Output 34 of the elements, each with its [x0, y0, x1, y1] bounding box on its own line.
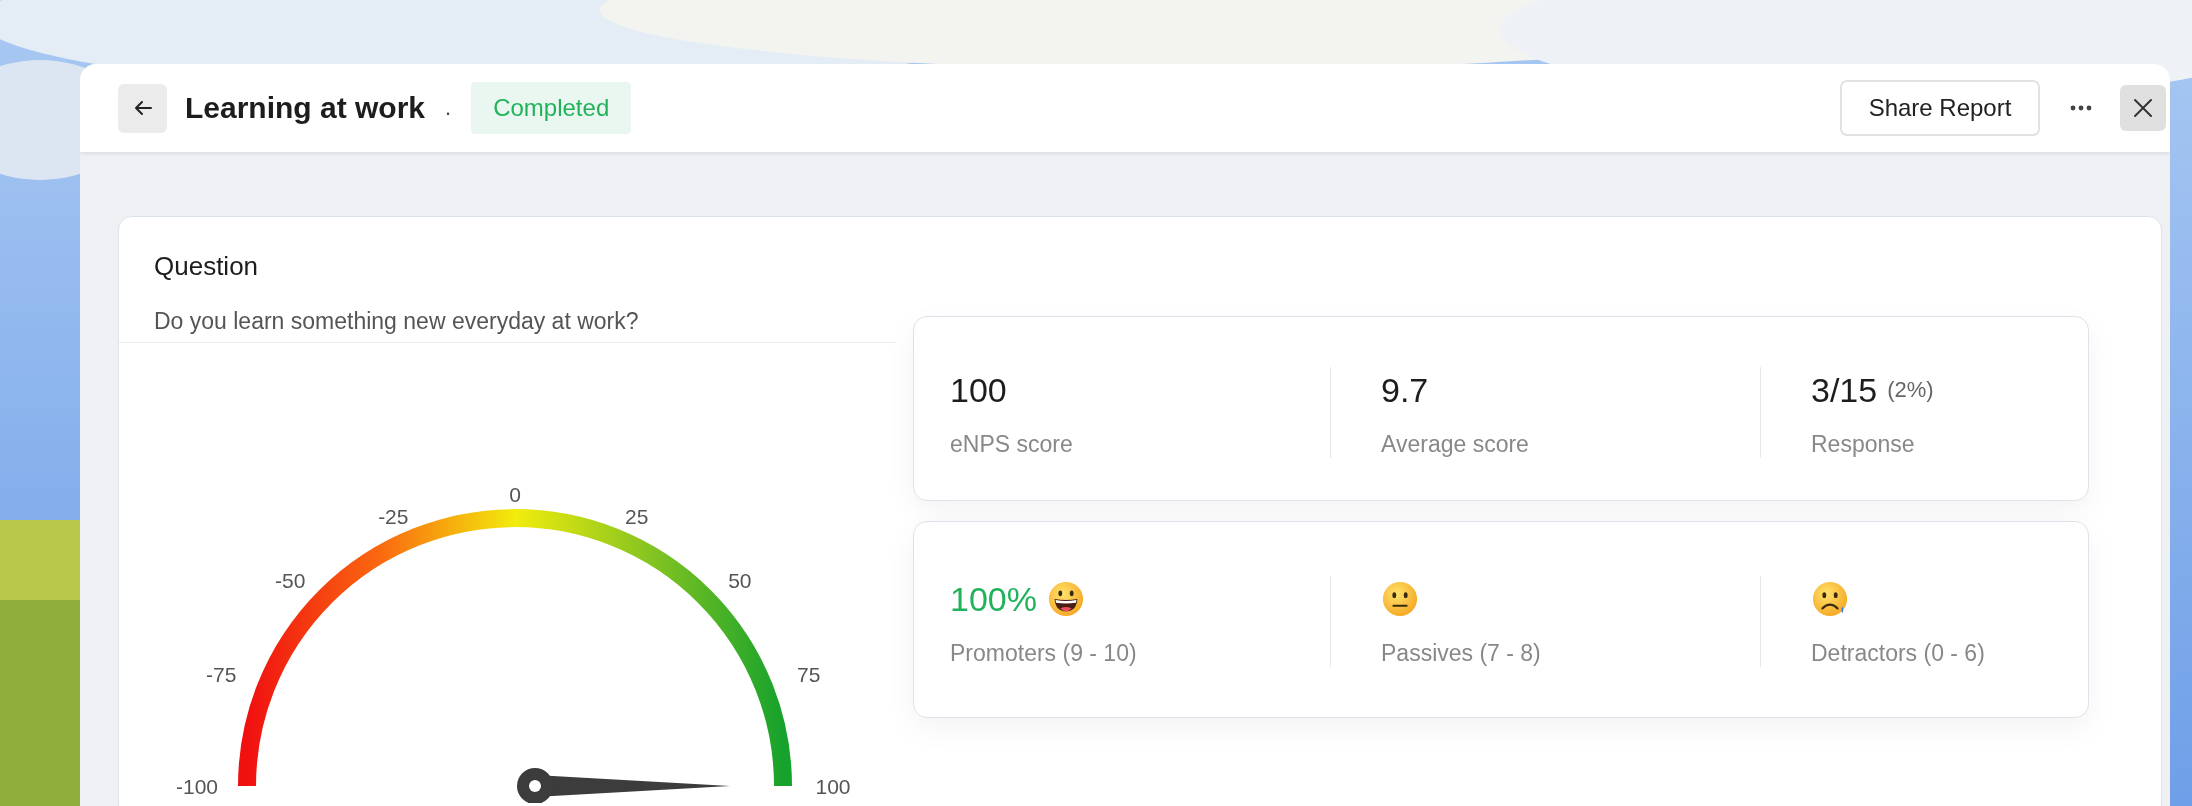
gauge-tick-label: -100 [176, 775, 218, 798]
gauge-tick-label: 25 [625, 505, 649, 529]
group-label: Passives (7 - 8) [1381, 640, 1542, 667]
gauge-tick-label: 75 [797, 663, 821, 687]
group-label: Promoters (9 - 10) [950, 640, 1138, 667]
share-report-button[interactable]: Share Report [1840, 80, 2040, 136]
gauge-tick-label: -25 [378, 505, 409, 529]
stat-value: 100 [950, 370, 1007, 410]
group-percentage: 100% [950, 579, 1037, 619]
close-icon [2133, 98, 2153, 118]
gauge-tick-label: -50 [274, 568, 306, 592]
grinning-face-icon [1046, 580, 1085, 618]
separator-dot: . [445, 95, 452, 121]
question-heading: Question [154, 251, 260, 282]
more-icon[interactable] [2070, 105, 2092, 111]
sad-face-icon [1811, 580, 1849, 618]
stat-label: eNPS score [950, 431, 1074, 458]
stat-value: 3/15 [1811, 370, 1878, 410]
gauge-tick-label: -75 [206, 663, 237, 687]
group-label: Detractors (0 - 6) [1811, 640, 1986, 667]
gauge-tick-label: 50 [728, 568, 752, 592]
neutral-face-icon [1381, 580, 1419, 618]
gauge-tick-label: 0 [509, 483, 521, 506]
close-button[interactable] [2120, 85, 2166, 131]
stat-label: Response [1811, 431, 1916, 458]
status-badge: Completed [471, 82, 632, 134]
survey-title: Learning at work [185, 91, 426, 125]
question-text: Do you learn something new everyday at work? [154, 308, 640, 335]
gauge-tick-label: 100 [815, 775, 851, 798]
stat-label: Average score [1381, 431, 1530, 458]
back-button[interactable] [118, 83, 167, 133]
arrow-left-icon [132, 100, 153, 116]
stat-value: 9.7 [1381, 370, 1429, 410]
stat-note: (2%) [1887, 377, 1934, 403]
